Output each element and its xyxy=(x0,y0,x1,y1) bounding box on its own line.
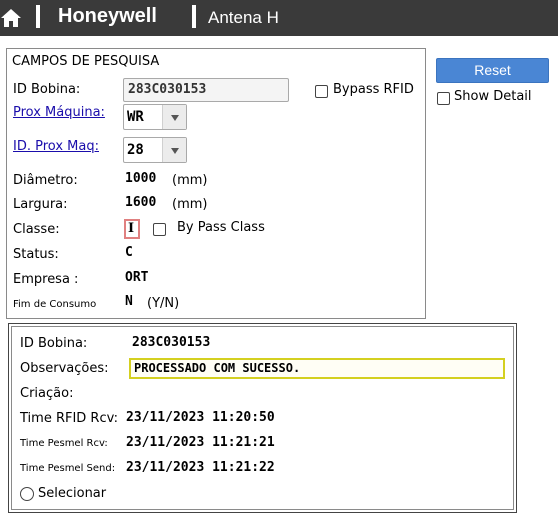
largura-label: Largura: xyxy=(13,197,68,212)
status-label: Status: xyxy=(13,247,59,262)
header-divider xyxy=(36,5,40,28)
chevron-down-icon xyxy=(162,138,186,162)
id-prox-maq-link[interactable]: ID. Prox Maq: xyxy=(13,139,99,154)
largura-unit: (mm) xyxy=(172,197,208,212)
id-bobina-label: ID Bobina: xyxy=(13,82,81,97)
diametro-value: 1000 xyxy=(125,171,157,186)
observacoes-field: PROCESSADO COM SUCESSO. xyxy=(129,358,505,379)
diametro-label: Diâmetro: xyxy=(13,173,78,188)
time-pesmel-rcv-value: 23/11/2023 11:21:21 xyxy=(126,435,275,450)
panel-title: CAMPOS DE PESQUISA xyxy=(12,54,160,69)
bypass-rfid-checkbox[interactable] xyxy=(315,85,328,98)
bypass-rfid-label: Bypass RFID xyxy=(333,82,414,97)
classe-input[interactable]: I xyxy=(124,219,140,239)
fim-consumo-hint: (Y/N) xyxy=(147,296,180,311)
by-pass-class-checkbox[interactable] xyxy=(153,223,166,236)
result-id-bobina-label: ID Bobina: xyxy=(20,336,88,351)
prox-maquina-select[interactable]: WR xyxy=(123,104,187,130)
app-title: Antena H xyxy=(208,8,279,27)
header-divider xyxy=(192,5,196,28)
home-icon[interactable] xyxy=(0,7,22,29)
observacoes-label: Observações: xyxy=(20,361,109,376)
reset-button[interactable]: Reset xyxy=(436,58,549,83)
result-id-bobina-value: 283C030153 xyxy=(132,335,211,350)
fim-consumo-value: N xyxy=(125,294,133,309)
status-value: C xyxy=(125,245,133,260)
top-bar: Honeywell Antena H xyxy=(0,0,558,36)
id-prox-maq-select[interactable]: 28 xyxy=(123,137,187,163)
prox-maquina-link[interactable]: Prox Máquina: xyxy=(13,105,105,120)
time-rfid-label: Time RFID Rcv: xyxy=(20,411,118,426)
time-pesmel-send-label: Time Pesmel Send: xyxy=(20,463,116,474)
selecionar-radio[interactable] xyxy=(20,487,34,501)
by-pass-class-label: By Pass Class xyxy=(177,220,265,235)
show-detail-label: Show Detail xyxy=(454,89,532,104)
id-prox-maq-value: 28 xyxy=(127,142,144,158)
fim-consumo-label: Fim de Consumo xyxy=(13,299,97,310)
result-panel-inner: ID Bobina: 283C030153 Observações: PROCE… xyxy=(11,326,514,510)
brand-logo: Honeywell xyxy=(58,5,157,27)
time-pesmel-rcv-label: Time Pesmel Rcv: xyxy=(20,438,108,449)
empresa-label: Empresa : xyxy=(13,272,79,287)
classe-label: Classe: xyxy=(13,222,60,237)
time-rfid-value: 23/11/2023 11:20:50 xyxy=(126,410,275,425)
id-bobina-input[interactable]: 283C030153 xyxy=(123,78,289,102)
search-panel: CAMPOS DE PESQUISA ID Bobina: 283C030153… xyxy=(6,48,426,319)
empresa-value: ORT xyxy=(125,270,149,285)
selecionar-label: Selecionar xyxy=(38,486,107,501)
show-detail-checkbox[interactable] xyxy=(437,92,450,105)
criacao-label: Criação: xyxy=(20,386,74,401)
time-pesmel-send-value: 23/11/2023 11:21:22 xyxy=(126,460,275,475)
prox-maquina-value: WR xyxy=(127,109,144,125)
largura-value: 1600 xyxy=(125,195,157,210)
result-panel: ID Bobina: 283C030153 Observações: PROCE… xyxy=(8,323,517,513)
diametro-unit: (mm) xyxy=(172,173,208,188)
chevron-down-icon xyxy=(162,105,186,129)
